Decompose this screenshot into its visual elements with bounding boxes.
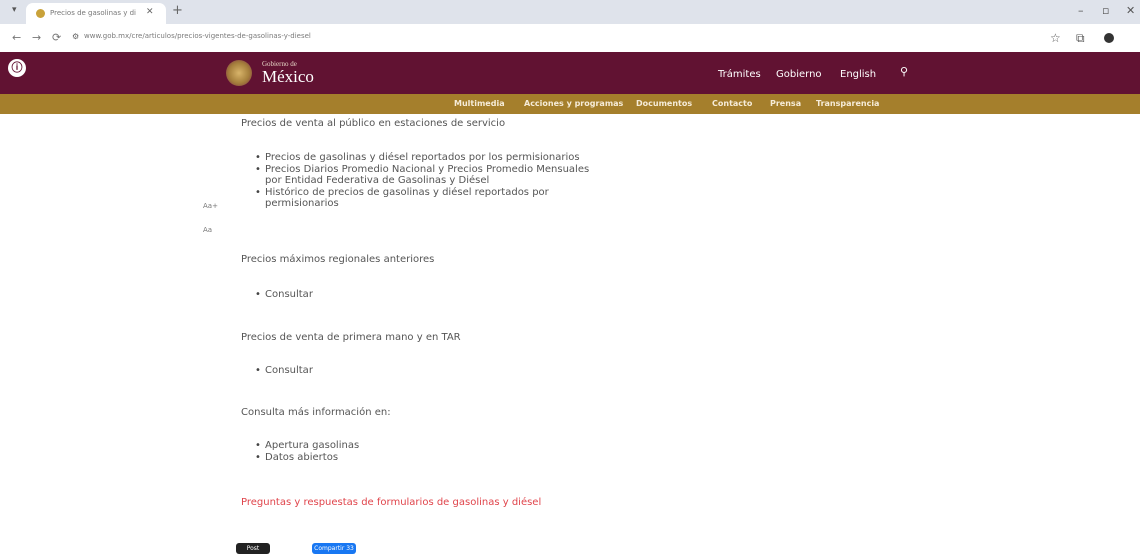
minimize-icon[interactable]: – — [1078, 4, 1084, 17]
link-consultar-primera-mano[interactable]: Consultar — [265, 365, 313, 377]
list-item[interactable]: Datos abiertos — [255, 452, 359, 464]
maximize-icon[interactable]: ▫ — [1102, 4, 1109, 17]
link-datos-abiertos[interactable]: Datos abiertos — [265, 452, 338, 464]
search-icon[interactable]: ⚲ — [900, 65, 908, 78]
list-item[interactable]: Consultar — [255, 289, 313, 301]
national-seal-icon — [226, 60, 252, 86]
site-info-icon[interactable]: ⚙ — [72, 32, 79, 41]
list-estaciones: Precios de gasolinas y diésel reportados… — [255, 152, 589, 210]
logo-big-text: México — [262, 67, 314, 86]
list-item[interactable]: Apertura gasolinas — [255, 440, 359, 452]
nav-tramites[interactable]: Trámites — [718, 69, 761, 80]
list-item[interactable]: Precios de gasolinas y diésel reportados… — [255, 152, 589, 164]
gobierno-mexico-logo[interactable]: Gobierno de México — [226, 58, 346, 88]
link-apertura-gasolinas[interactable]: Apertura gasolinas — [265, 440, 359, 452]
forward-icon[interactable]: → — [32, 31, 41, 44]
site-header: ⓘ Gobierno de México Trámites Gobierno E… — [0, 52, 1140, 94]
profile-avatar-icon[interactable] — [1104, 33, 1114, 43]
list-maximos: Consultar — [255, 289, 313, 301]
post-button[interactable]: Post — [236, 543, 270, 554]
list-item[interactable]: Precios Diarios Promedio Nacional y Prec… — [255, 164, 589, 187]
url-field[interactable]: ⚙ www.gob.mx/cre/articulos/precios-vigen… — [72, 29, 1032, 47]
section-title-mas-info: Consulta más información en: — [241, 407, 391, 418]
close-tab-icon[interactable]: ✕ — [146, 7, 154, 17]
extensions-icon[interactable]: ⧉ — [1076, 31, 1085, 46]
facebook-share-button[interactable]: Compartir 33 — [312, 543, 356, 554]
list-primera-mano: Consultar — [255, 365, 313, 377]
subnav-transparencia[interactable]: Transparencia — [816, 99, 879, 108]
subnav-acciones[interactable]: Acciones y programas — [524, 99, 623, 108]
address-bar: ← → ⟳ ⚙ www.gob.mx/cre/articulos/precios… — [0, 24, 1140, 52]
link-historico-line2[interactable]: permisionarios — [265, 198, 339, 210]
link-precios-diarios-line2[interactable]: por Entidad Federativa de Gasolinas y Di… — [265, 175, 489, 187]
browser-tab[interactable]: Precios de gasolinas y diésel ✕ — [26, 3, 166, 24]
url-text: www.gob.mx/cre/articulos/precios-vigente… — [84, 32, 311, 40]
nav-gobierno[interactable]: Gobierno — [776, 69, 822, 80]
subnav-prensa[interactable]: Prensa — [770, 99, 801, 108]
bookmark-star-icon[interactable]: ☆ — [1050, 31, 1061, 45]
link-historico[interactable]: Histórico de precios de gasolinas y diés… — [265, 187, 549, 199]
increase-font-button[interactable]: Aa+ — [203, 202, 218, 210]
subnav-contacto[interactable]: Contacto — [712, 99, 752, 108]
list-item[interactable]: Consultar — [255, 365, 313, 377]
favicon-icon — [36, 9, 45, 18]
subnav-multimedia[interactable]: Multimedia — [454, 99, 505, 108]
reload-icon[interactable]: ⟳ — [52, 31, 61, 44]
tab-search-icon[interactable]: ▾ — [12, 5, 17, 15]
decrease-font-button[interactable]: Aa — [203, 226, 212, 234]
section-title-primera-mano: Precios de venta de primera mano y en TA… — [241, 332, 461, 343]
link-precios-permisionarios[interactable]: Precios de gasolinas y diésel reportados… — [265, 152, 580, 164]
list-item[interactable]: Histórico de precios de gasolinas y diés… — [255, 187, 589, 210]
link-precios-diarios[interactable]: Precios Diarios Promedio Nacional y Prec… — [265, 164, 589, 176]
back-icon[interactable]: ← — [12, 31, 21, 44]
tab-title: Precios de gasolinas y diésel — [50, 9, 136, 17]
link-consultar-maximos[interactable]: Consultar — [265, 289, 313, 301]
browser-tab-bar: ▾ Precios de gasolinas y diésel ✕ + – ▫ … — [0, 0, 1140, 24]
accessibility-icon[interactable]: ⓘ — [8, 59, 26, 77]
nav-english[interactable]: English — [840, 69, 876, 80]
new-tab-icon[interactable]: + — [172, 3, 183, 18]
section-title-maximos: Precios máximos regionales anteriores — [241, 254, 435, 265]
secondary-nav: Multimedia Acciones y programas Document… — [0, 94, 1140, 114]
close-window-icon[interactable]: ✕ — [1126, 4, 1135, 17]
section-title-estaciones: Precios de venta al público en estacione… — [241, 118, 506, 129]
faq-formularios-link[interactable]: Preguntas y respuestas de formularios de… — [241, 497, 541, 508]
subnav-documentos[interactable]: Documentos — [636, 99, 692, 108]
list-mas-info: Apertura gasolinas Datos abiertos — [255, 440, 359, 463]
